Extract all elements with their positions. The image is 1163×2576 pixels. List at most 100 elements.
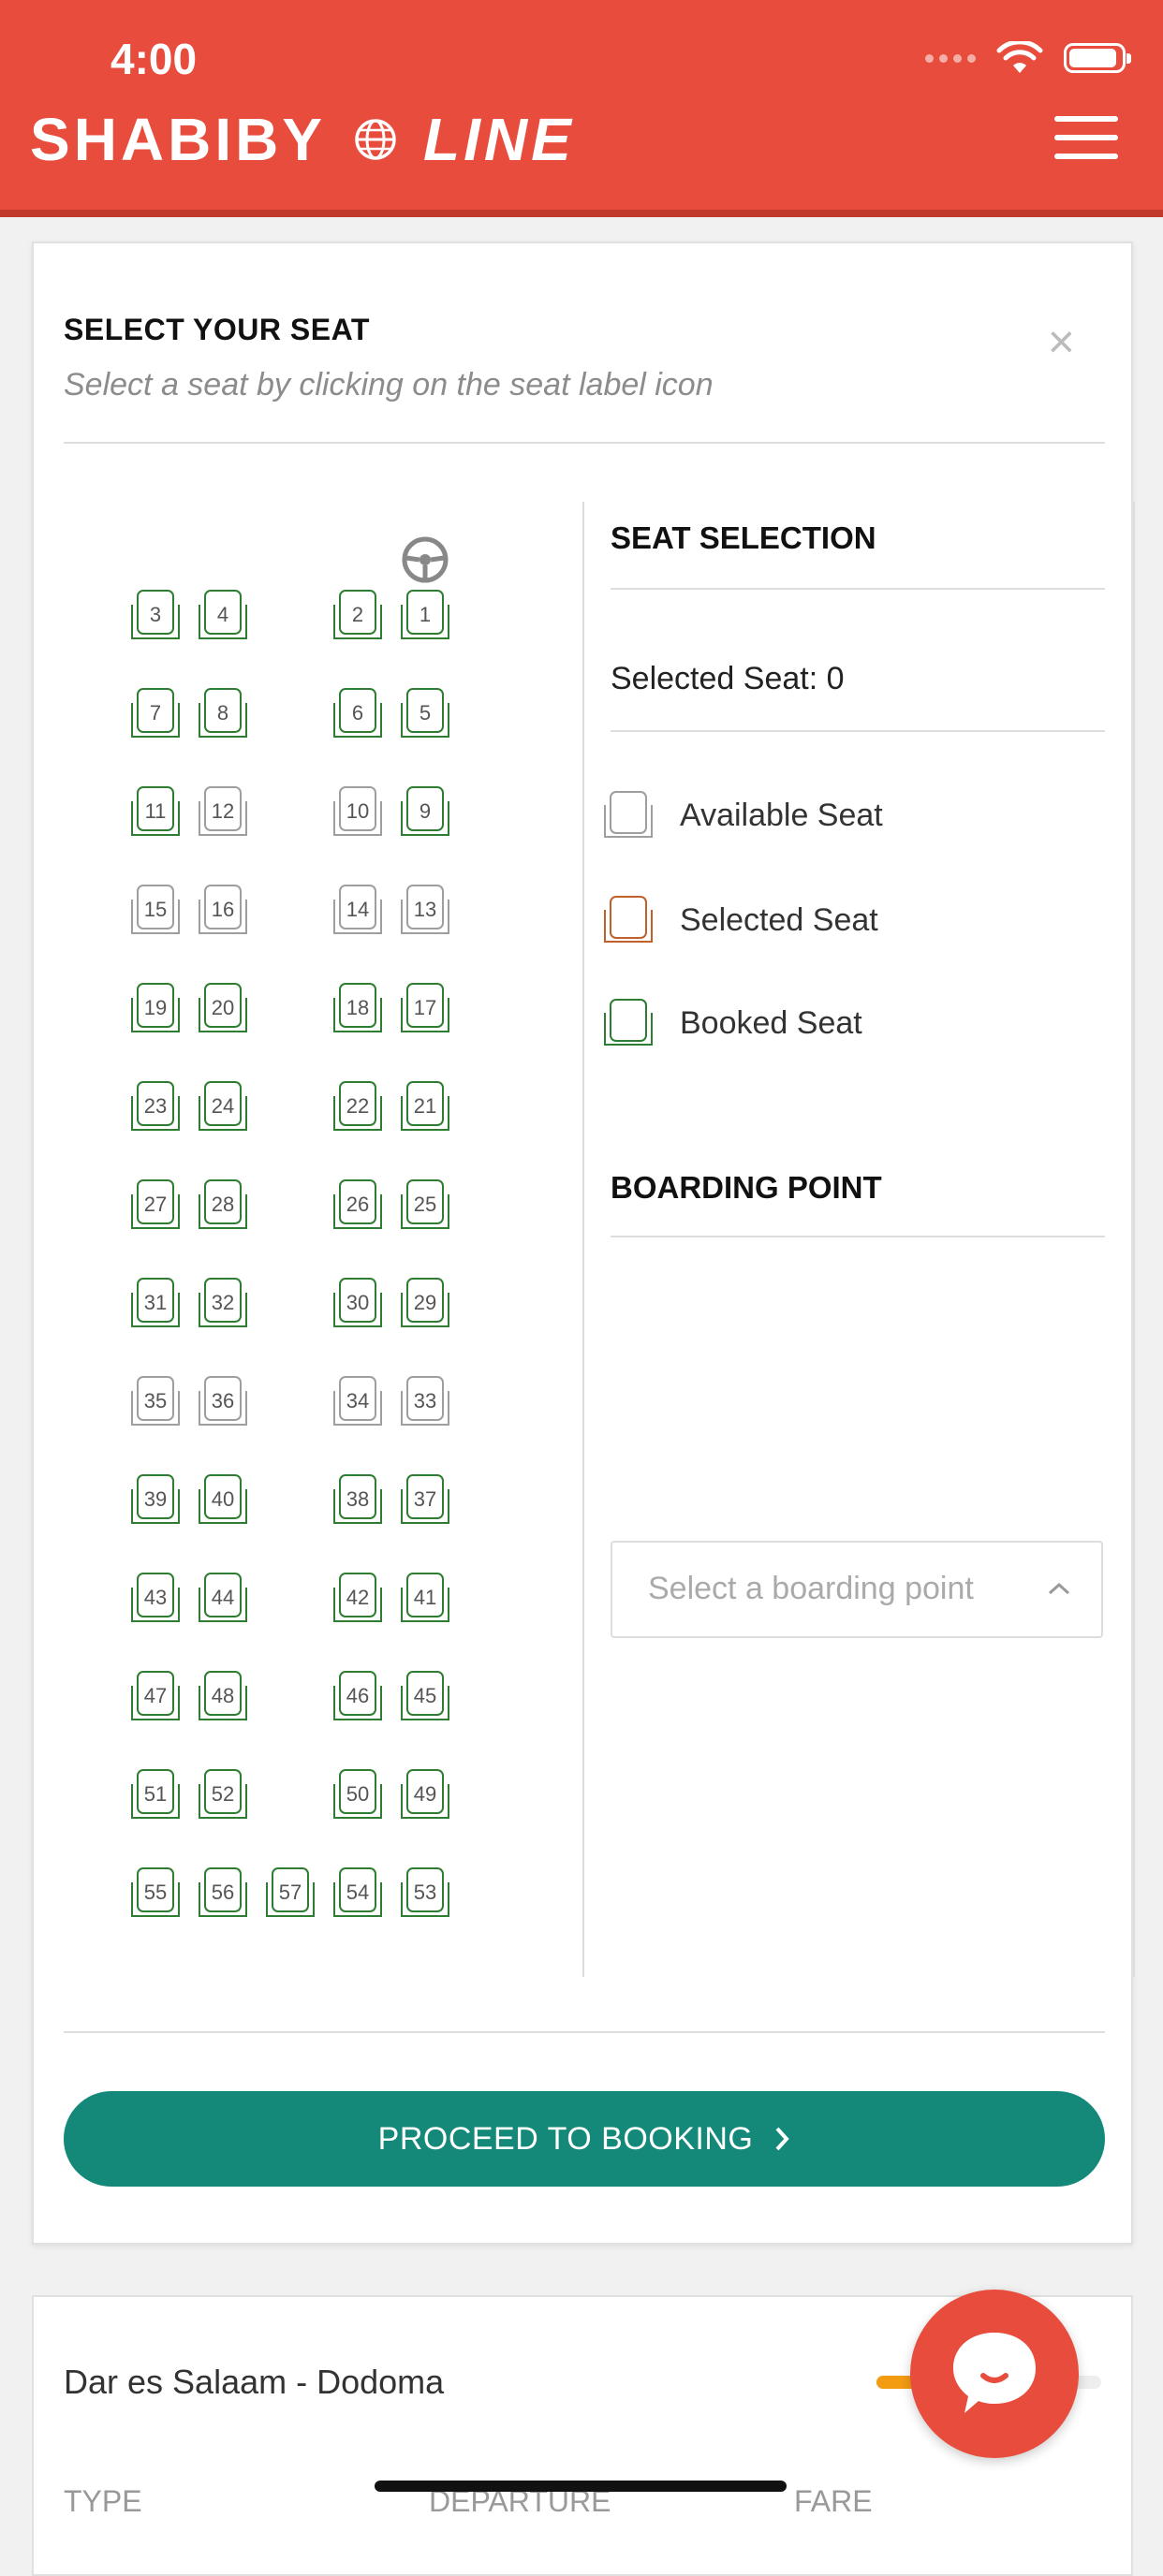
seat-48[interactable]: 48 [197,1669,249,1723]
seat-27[interactable]: 27 [129,1178,182,1232]
seat-22[interactable]: 22 [331,1079,384,1134]
seat-number: 43 [143,1586,168,1609]
chat-button[interactable] [910,2290,1079,2458]
seat-number: 16 [211,898,235,921]
proceed-label: PROCEED TO BOOKING [377,2120,754,2157]
seat-44[interactable]: 44 [197,1571,249,1625]
seat-13[interactable]: 13 [399,883,451,937]
seat-49[interactable]: 49 [399,1767,451,1822]
divider [611,730,1105,732]
seat-number: 7 [149,701,162,724]
seat-1[interactable]: 1 [399,588,451,642]
seat-number: 36 [211,1389,235,1412]
seat-14[interactable]: 14 [331,883,384,937]
seat-39[interactable]: 39 [129,1472,182,1527]
seat-57[interactable]: 57 [264,1866,317,1920]
seat-46[interactable]: 46 [331,1669,384,1723]
seat-24[interactable]: 24 [197,1079,249,1134]
seat-53[interactable]: 53 [399,1866,451,1920]
seat-9[interactable]: 9 [399,784,451,839]
seat-15[interactable]: 15 [129,883,182,937]
seat-number: 40 [211,1487,235,1511]
boarding-point-select[interactable]: Select a boarding point [611,1541,1103,1638]
brand-name-left: SHABIBY [30,106,327,173]
seat-number: 31 [143,1291,168,1314]
seat-number: 46 [346,1684,370,1707]
seat-43[interactable]: 43 [129,1571,182,1625]
seat-17[interactable]: 17 [399,981,451,1035]
seat-56[interactable]: 56 [197,1866,249,1920]
seat-50[interactable]: 50 [331,1767,384,1822]
seat-40[interactable]: 40 [197,1472,249,1527]
seat-31[interactable]: 31 [129,1276,182,1330]
col-fare: FARE [794,2484,873,2518]
seat-number: 55 [143,1881,168,1904]
seat-28[interactable]: 28 [197,1178,249,1232]
seat-info-panel: SEAT SELECTION Selected Seat: 0 Availabl… [604,502,1135,1977]
seat-35[interactable]: 35 [129,1374,182,1428]
wifi-icon [996,41,1043,73]
seat-20[interactable]: 20 [197,981,249,1035]
boarding-point-title: BOARDING POINT [611,1170,882,1205]
seat-16[interactable]: 16 [197,883,249,937]
seat-10[interactable]: 10 [331,784,384,839]
seat-52[interactable]: 52 [197,1767,249,1822]
seat-number: 2 [351,603,364,626]
seat-37[interactable]: 37 [399,1472,451,1527]
seat-number: 25 [413,1193,437,1216]
close-icon[interactable]: × [1048,315,1075,369]
brand-logo[interactable]: SHABIBY LINE [30,105,575,174]
seat-number: 42 [346,1586,370,1609]
proceed-to-booking-button[interactable]: PROCEED TO BOOKING [64,2091,1105,2187]
seat-34[interactable]: 34 [331,1374,384,1428]
seat-41[interactable]: 41 [399,1571,451,1625]
seat-26[interactable]: 26 [331,1178,384,1232]
seat-number: 21 [413,1094,437,1118]
seat-42[interactable]: 42 [331,1571,384,1625]
legend-available: Available Seat [601,788,883,842]
menu-icon[interactable] [1054,116,1118,159]
seat-36[interactable]: 36 [197,1374,249,1428]
seat-32[interactable]: 32 [197,1276,249,1330]
seat-33[interactable]: 33 [399,1374,451,1428]
trip-route: Dar es Salaam - Dodoma [64,2363,445,2401]
seat-23[interactable]: 23 [129,1079,182,1134]
seat-47[interactable]: 47 [129,1669,182,1723]
seat-45[interactable]: 45 [399,1669,451,1723]
seat-18[interactable]: 18 [331,981,384,1035]
seat-21[interactable]: 21 [399,1079,451,1134]
seat-number: 22 [346,1094,370,1118]
seat-number: 38 [346,1487,370,1511]
seat-54[interactable]: 54 [331,1866,384,1920]
seat-number: 53 [413,1881,437,1904]
seat-51[interactable]: 51 [129,1767,182,1822]
seat-8[interactable]: 8 [197,686,249,740]
seat-11[interactable]: 11 [129,784,182,839]
divider [64,442,1105,444]
seat-4[interactable]: 4 [197,588,249,642]
seat-icon [604,791,653,838]
seat-number: 27 [143,1193,168,1216]
seat-5[interactable]: 5 [399,686,451,740]
seat-19[interactable]: 19 [129,981,182,1035]
seat-number: 49 [413,1782,437,1806]
legend-booked: Booked Seat [601,996,862,1050]
seat-25[interactable]: 25 [399,1178,451,1232]
chevron-right-icon [775,2127,790,2151]
seat-30[interactable]: 30 [331,1276,384,1330]
globe-icon [355,119,396,160]
seat-3[interactable]: 3 [129,588,182,642]
seat-6[interactable]: 6 [331,686,384,740]
seat-12[interactable]: 12 [197,784,249,839]
seat-number: 28 [211,1193,235,1216]
seat-selection-title: SEAT SELECTION [611,520,876,555]
seat-29[interactable]: 29 [399,1276,451,1330]
selected-seat-count: Selected Seat: 0 [611,661,845,696]
seat-2[interactable]: 2 [331,588,384,642]
seat-7[interactable]: 7 [129,686,182,740]
seat-55[interactable]: 55 [129,1866,182,1920]
seat-number: 35 [143,1389,168,1412]
card-title: SELECT YOUR SEAT [64,313,370,346]
seat-number: 47 [143,1684,168,1707]
seat-38[interactable]: 38 [331,1472,384,1527]
